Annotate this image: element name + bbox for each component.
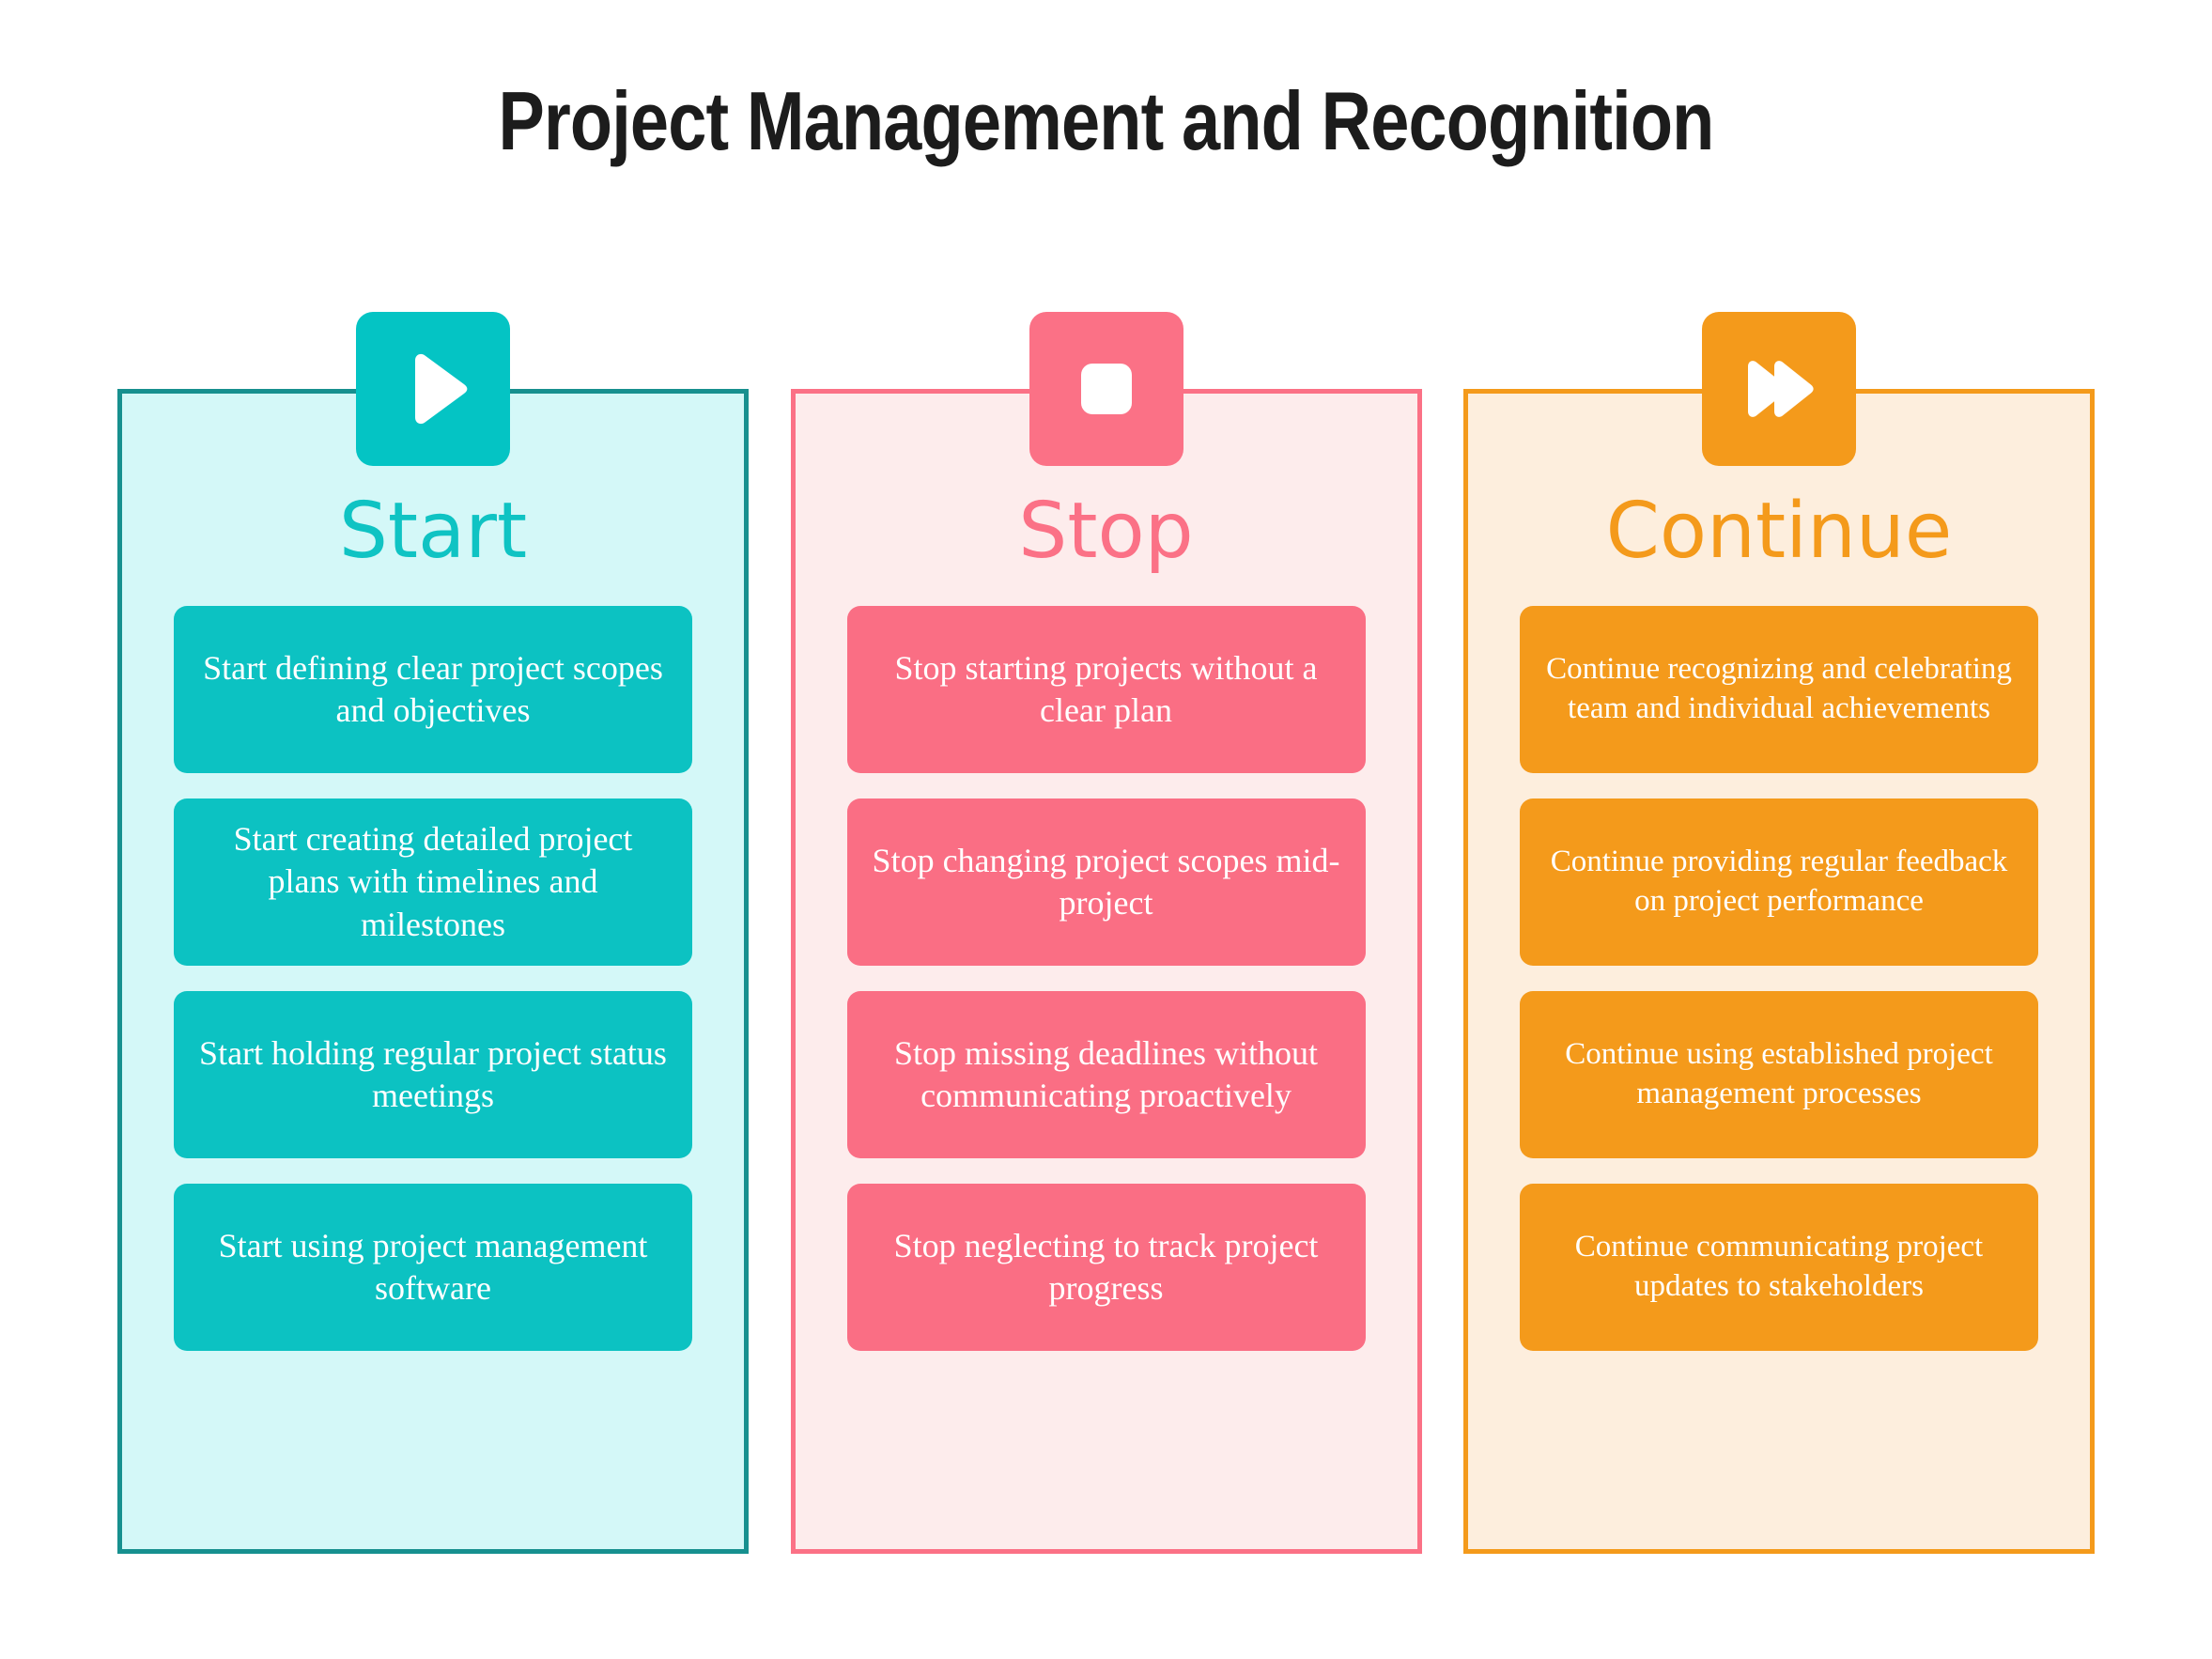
page-title: Project Management and Recognition xyxy=(498,74,1715,167)
card-text: Start holding regular project status mee… xyxy=(199,1033,667,1114)
card-item: Stop changing project scopes mid-project xyxy=(846,798,1366,966)
play-icon xyxy=(356,312,510,466)
card-item: Continue communicating project updates t… xyxy=(1520,1184,2038,1351)
card-text: Start using project management software xyxy=(218,1226,648,1307)
card-item: Start creating detailed project plans wi… xyxy=(174,798,692,966)
card-text: Start defining clear project scopes and … xyxy=(203,648,663,729)
card-item: Continue providing regular feedback on p… xyxy=(1520,798,2038,966)
card-text: Stop neglecting to track project progres… xyxy=(893,1226,1319,1307)
card-text: Stop starting projects without a clear p… xyxy=(894,648,1318,729)
card-item: Start defining clear project scopes and … xyxy=(174,606,692,773)
column-stop: Stop Stop starting projects without a cl… xyxy=(790,312,1422,1554)
card-list-continue: Continue recognizing and celebrating tea… xyxy=(1468,606,2090,1351)
card-text: Start creating detailed project plans wi… xyxy=(233,819,633,943)
column-heading-start: Start xyxy=(338,487,528,576)
column-heading-stop: Stop xyxy=(1018,487,1194,576)
columns-container: Start Start defining clear project scope… xyxy=(117,312,2095,1554)
card-text: Stop missing deadlines without communica… xyxy=(893,1033,1318,1114)
card-item: Stop neglecting to track project progres… xyxy=(846,1184,1366,1351)
card-list-stop: Stop starting projects without a clear p… xyxy=(796,606,1417,1351)
card-text: Continue communicating project updates t… xyxy=(1574,1230,1984,1303)
card-text: Continue recognizing and celebrating tea… xyxy=(1546,652,2012,725)
column-heading-continue: Continue xyxy=(1605,487,1953,576)
column-continue: Continue Continue recognizing and celebr… xyxy=(1463,312,2095,1554)
card-text: Continue using established project manag… xyxy=(1565,1037,1993,1110)
card-item: Start holding regular project status mee… xyxy=(174,991,692,1158)
fast-forward-icon xyxy=(1702,312,1856,466)
card-item: Stop missing deadlines without communica… xyxy=(846,991,1366,1158)
card-item: Stop starting projects without a clear p… xyxy=(846,606,1366,773)
card-item: Continue using established project manag… xyxy=(1520,991,2038,1158)
card-item: Continue recognizing and celebrating tea… xyxy=(1520,606,2038,773)
column-start: Start Start defining clear project scope… xyxy=(117,312,749,1554)
card-text: Stop changing project scopes mid-project xyxy=(872,841,1340,922)
card-item: Start using project management software xyxy=(174,1184,692,1351)
stop-square-icon xyxy=(1029,312,1183,466)
card-list-start: Start defining clear project scopes and … xyxy=(122,606,744,1351)
card-text: Continue providing regular feedback on p… xyxy=(1550,845,2008,918)
infographic-page: Project Management and Recognition Start… xyxy=(0,0,2212,1659)
